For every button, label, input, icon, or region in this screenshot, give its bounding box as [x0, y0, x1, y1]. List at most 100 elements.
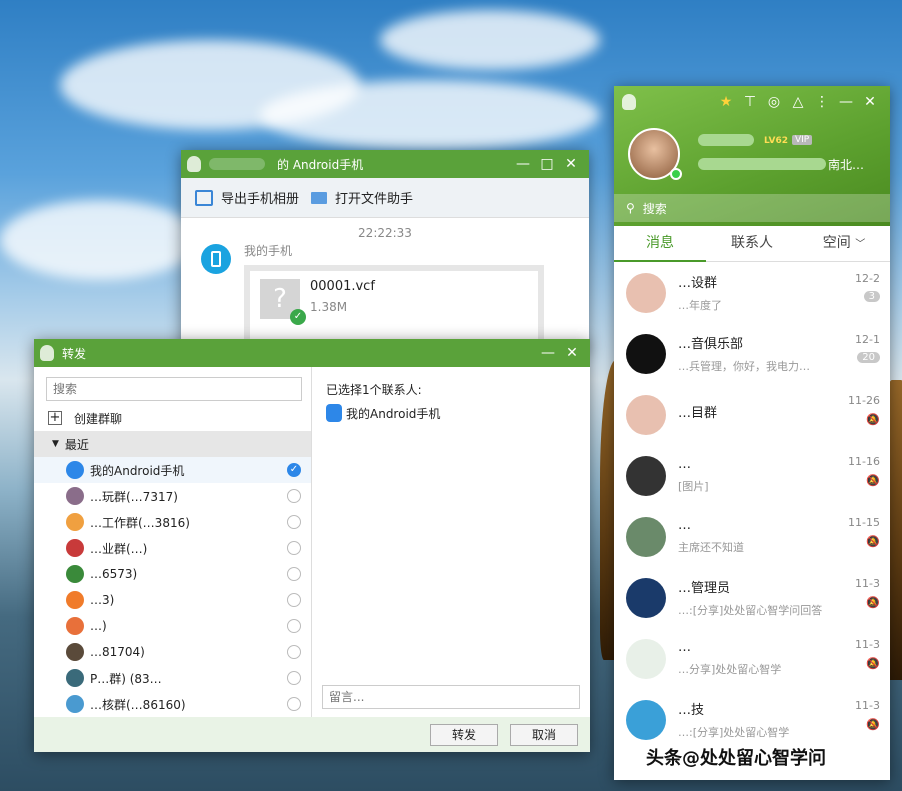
contact-item[interactable]: …玩群(…7317): [34, 483, 311, 509]
conversation-preview: …:[分享]处处留心智学问回答: [678, 604, 823, 617]
contact-label: 我的Android手机: [90, 463, 185, 478]
open-file-assistant-button[interactable]: 打开文件助手: [311, 188, 413, 207]
shirt-icon[interactable]: ⊤: [738, 94, 762, 110]
star-icon[interactable]: ★: [714, 94, 738, 110]
tab-1[interactable]: 联系人: [706, 226, 798, 262]
wallet-icon[interactable]: ◎: [762, 94, 786, 110]
select-radio[interactable]: [287, 515, 301, 529]
message-input[interactable]: [322, 685, 580, 709]
message-timestamp: 22:22:33: [358, 226, 412, 240]
conversation-avatar: [626, 577, 666, 618]
more-icon[interactable]: ⋮: [810, 94, 834, 110]
conversation-avatar: [626, 638, 666, 679]
panel-search[interactable]: ⚲ 搜索: [614, 194, 890, 222]
select-radio[interactable]: [287, 645, 301, 659]
select-radio[interactable]: [287, 541, 301, 555]
conversation-item[interactable]: … …分享]处处留心智学 11-3 🔕: [614, 628, 890, 689]
maximize-icon[interactable]: □: [535, 156, 559, 172]
contact-avatar: [66, 565, 84, 583]
contact-label: …): [90, 619, 107, 633]
forward-titlebar: 转发 — ✕: [34, 339, 590, 367]
select-radio[interactable]: [287, 697, 301, 711]
conversation-name: …管理员: [678, 581, 731, 596]
conversation-item[interactable]: …设群 …年度了 12-2 3: [614, 262, 890, 323]
contact-item[interactable]: …): [34, 613, 311, 639]
contact-item[interactable]: …3): [34, 587, 311, 613]
export-album-button[interactable]: 导出手机相册: [195, 188, 299, 207]
conversation-avatar: [626, 333, 666, 374]
qq-logo-icon: [187, 156, 201, 172]
contact-item[interactable]: 我的Android手机 ✓: [34, 457, 311, 483]
triangle-icon[interactable]: △: [786, 94, 810, 110]
sender-name: 我的手机: [244, 244, 293, 258]
contact-item[interactable]: …6573): [34, 561, 311, 587]
forward-title: 转发: [62, 346, 87, 361]
conversation-preview: [图片]: [678, 480, 709, 493]
contact-item[interactable]: …81704): [34, 639, 311, 665]
contact-item[interactable]: …核群(…86160): [34, 691, 311, 717]
close-icon[interactable]: ✕: [559, 156, 583, 172]
select-radio[interactable]: [287, 671, 301, 685]
photo-export-icon: [195, 189, 213, 206]
phone-avatar-icon: [201, 244, 231, 274]
minimize-icon[interactable]: —: [511, 156, 535, 172]
forward-button[interactable]: 转发: [430, 723, 498, 746]
phone-icon: [326, 404, 342, 422]
conversation-item[interactable]: …技 …:[分享]处处留心智学 11-3 🔕: [614, 689, 890, 750]
triangle-down-icon: ▼: [52, 439, 59, 449]
tab-0[interactable]: 消息: [614, 226, 706, 262]
recent-section-header[interactable]: ▼ 最近: [34, 431, 311, 457]
conversation-item[interactable]: … 主席还不知道 11-15 🔕: [614, 506, 890, 567]
conversation-time: 11-15: [848, 516, 880, 529]
conversation-item[interactable]: … [图片] 11-16 🔕: [614, 445, 890, 506]
select-radio[interactable]: [287, 619, 301, 633]
conversation-item[interactable]: …管理员 …:[分享]处处留心智学问回答 11-3 🔕: [614, 567, 890, 628]
select-radio[interactable]: [287, 489, 301, 503]
minimize-icon[interactable]: —: [536, 345, 560, 361]
conversation-time: 11-16: [848, 455, 880, 468]
blurred-nickname: [698, 134, 754, 146]
conversation-preview: …年度了: [678, 299, 722, 312]
conversation-time: 12-1: [855, 333, 880, 346]
plus-icon: +: [48, 410, 62, 425]
recent-contact-list: 我的Android手机 ✓ …玩群(…7317) …工作群(…3816) …业群(…) ……: [34, 457, 311, 717]
online-status-icon: [670, 168, 682, 180]
tab-2[interactable]: 空间 ﹀: [798, 226, 890, 262]
conversation-item[interactable]: …音俱乐部 …兵管理，你好，我电力… 12-1 20: [614, 323, 890, 384]
qq-main-panel: ★ ⊤ ◎ △ ⋮ — ✕ LV62 VIP 南北… ⚲ 搜索 消息 联系人 空间 …: [614, 86, 890, 780]
conversation-name: …: [678, 640, 691, 655]
select-radio[interactable]: [287, 593, 301, 607]
minimize-icon[interactable]: —: [834, 94, 858, 110]
selected-panel: 已选择1个联系人: 我的Android手机: [312, 367, 590, 717]
chat-toolbar: 导出手机相册 打开文件助手: [181, 178, 589, 218]
contact-label: …工作群(…3816): [90, 515, 190, 530]
level-badge: LV62: [764, 136, 788, 146]
select-radio[interactable]: [287, 567, 301, 581]
contact-item[interactable]: …工作群(…3816): [34, 509, 311, 535]
file-size: 1.38M: [310, 300, 348, 314]
mute-bell-icon: 🔕: [866, 535, 880, 548]
selected-header: 已选择1个联系人:: [326, 383, 422, 397]
create-group-button[interactable]: + 创建群聊: [34, 405, 311, 431]
contact-label: …3): [90, 593, 115, 607]
location-text: 南北…: [828, 158, 865, 172]
mute-bell-icon: 🔕: [866, 474, 880, 487]
contact-item[interactable]: P…群) (83…: [34, 665, 311, 691]
select-radio[interactable]: ✓: [287, 463, 301, 477]
contact-item[interactable]: …业群(…): [34, 535, 311, 561]
contact-avatar: [66, 643, 84, 661]
search-input[interactable]: [46, 377, 302, 401]
selected-contact[interactable]: 我的Android手机: [326, 404, 576, 422]
vip-badge: VIP: [792, 135, 813, 145]
conversation-item[interactable]: …目群 11-26 🔕: [614, 384, 890, 445]
dialog-footer: 转发 取消: [34, 717, 590, 752]
conversation-time: 11-3: [855, 577, 880, 590]
conversation-avatar: [626, 455, 666, 496]
file-message[interactable]: ? ✓ 00001.vcf 1.38M: [244, 265, 544, 345]
close-icon[interactable]: ✕: [560, 345, 584, 361]
close-icon[interactable]: ✕: [858, 94, 882, 110]
contact-avatar: [66, 669, 84, 687]
mute-bell-icon: 🔕: [866, 718, 880, 731]
contact-avatar: [66, 591, 84, 609]
cancel-button[interactable]: 取消: [510, 723, 578, 746]
